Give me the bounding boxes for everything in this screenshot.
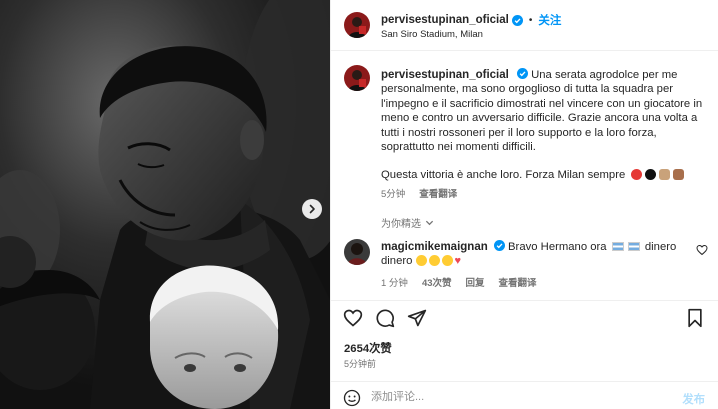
laughing-face-emoji-icon: [415, 255, 427, 267]
comment-meta: 1 分钟 43次赞 回复 查看翻译: [381, 275, 537, 289]
add-comment-bar: 发布: [331, 381, 718, 409]
curated-for-you[interactable]: 为你精选: [381, 215, 434, 230]
verified-badge-icon: [516, 68, 528, 79]
player-photo-illustration: [0, 0, 330, 409]
caption-emojis: [631, 169, 685, 181]
laughing-face-emoji-icon: [441, 255, 453, 267]
praying-hands-emoji-icon: [659, 169, 671, 181]
heart-icon[interactable]: [343, 308, 363, 328]
post-actions: [331, 305, 718, 335]
instagram-post-view: pervisestupinan_oficial • 关注 San Siro St…: [0, 0, 718, 409]
post-location[interactable]: San Siro Stadium, Milan: [381, 29, 483, 40]
header-separator: •: [528, 14, 533, 26]
caption-time: 5分钟: [381, 189, 406, 200]
comment-see-translation-link[interactable]: 查看翻译: [499, 275, 537, 289]
comment-input[interactable]: [371, 388, 651, 406]
post-photo[interactable]: [0, 0, 330, 409]
bookmark-icon[interactable]: [685, 308, 705, 328]
caption-meta: 5分钟 查看翻译: [381, 186, 457, 200]
author-avatar[interactable]: [344, 12, 370, 38]
comment-bubble-icon[interactable]: [375, 308, 395, 328]
actions-divider: [331, 300, 718, 301]
chevron-right-icon: [309, 204, 315, 214]
avatar-image: [344, 65, 370, 91]
post-header: pervisestupinan_oficial • 关注: [381, 12, 561, 28]
comment-item: magicmikemaignan Bravo Hermano ora diner…: [381, 240, 681, 269]
smiley-icon[interactable]: [343, 389, 361, 407]
header-divider: [331, 50, 718, 51]
comment-time: 1 分钟: [381, 278, 408, 289]
argentina-flag-emoji-icon: [611, 242, 624, 251]
caption-author-avatar[interactable]: [344, 65, 370, 91]
caption-text: Una serata agrodolce per me personalment…: [381, 69, 703, 154]
next-photo-button[interactable]: [302, 199, 322, 219]
post-side-panel: pervisestupinan_oficial • 关注 San Siro St…: [330, 0, 718, 409]
author-username[interactable]: pervisestupinan_oficial: [381, 14, 509, 26]
commenter-avatar[interactable]: [344, 239, 370, 265]
comment-likes[interactable]: 43次赞: [422, 275, 452, 289]
flexed-bicep-emoji-icon: [673, 169, 685, 181]
caption-username[interactable]: pervisestupinan_oficial: [381, 69, 509, 81]
comment-like-heart-icon[interactable]: [696, 244, 708, 256]
curated-label: 为你精选: [381, 219, 421, 230]
reply-button[interactable]: 回复: [466, 275, 485, 289]
see-translation-link[interactable]: 查看翻译: [419, 186, 457, 200]
laughing-face-emoji-icon: [428, 255, 440, 267]
avatar-image: [344, 239, 370, 265]
post-comment-button[interactable]: 发布: [682, 391, 705, 407]
post-time-ago: 5分钟前: [344, 359, 377, 369]
black-heart-emoji-icon: [645, 169, 657, 181]
argentina-flag-emoji-icon: [627, 242, 640, 251]
verified-badge-icon: [493, 240, 505, 251]
caption-text-2: Questa vittoria è anche loro. Forza Mila…: [381, 169, 626, 182]
likes-count[interactable]: 2654次赞: [344, 340, 392, 356]
verified-badge-icon: [511, 14, 523, 26]
commenter-username[interactable]: magicmikemaignan: [381, 241, 488, 253]
avatar-image: [344, 12, 370, 38]
chevron-down-icon: [425, 220, 434, 226]
follow-button[interactable]: 关注: [538, 12, 561, 28]
red-heart-emoji-icon: ♥: [454, 255, 462, 268]
red-heart-emoji-icon: [631, 169, 643, 181]
post-caption: pervisestupinan_oficial Una serata agrod…: [381, 68, 707, 183]
comment-text-a: Bravo Hermano ora: [508, 241, 607, 253]
paper-plane-icon[interactable]: [407, 308, 427, 328]
